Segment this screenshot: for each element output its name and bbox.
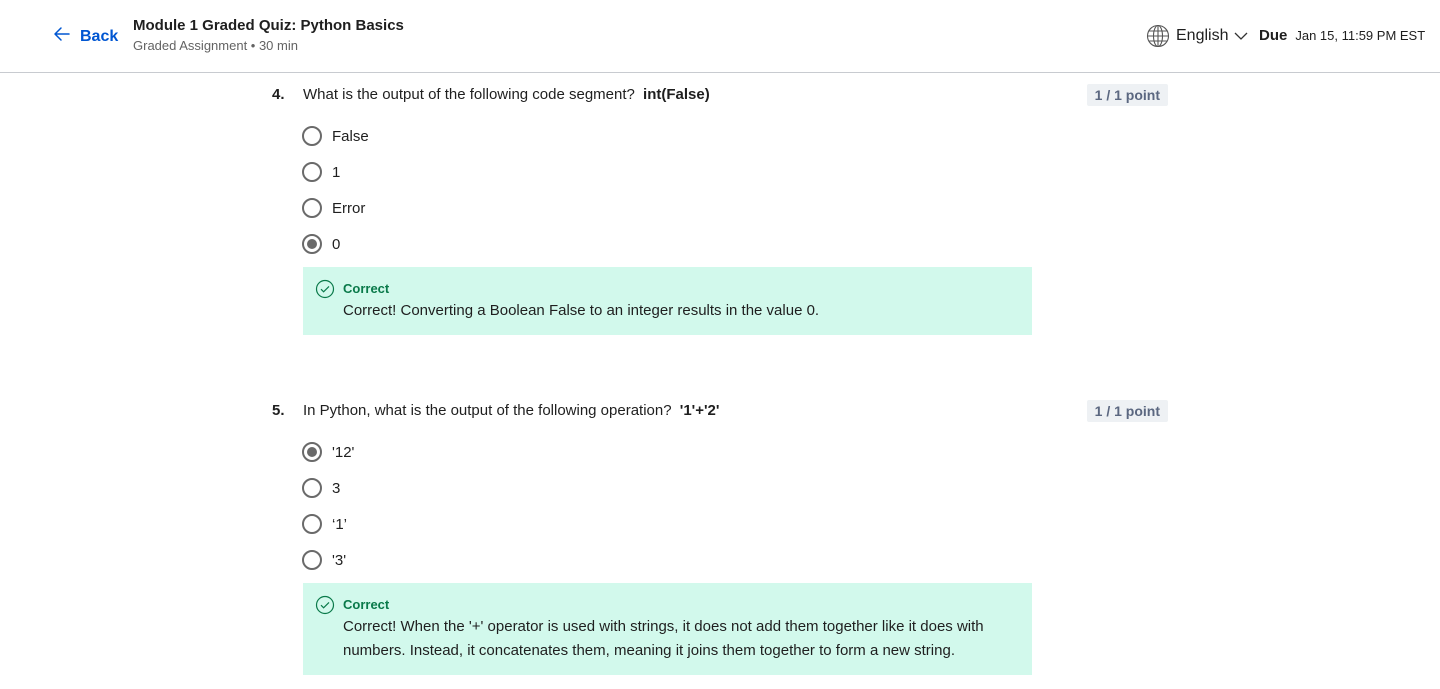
feedback-title: Correct [343, 597, 390, 612]
answer-option[interactable]: ‘1’ [302, 512, 347, 536]
answer-option[interactable]: 1 [302, 160, 340, 184]
option-label: 1 [332, 163, 341, 181]
feedback-title: Correct [343, 281, 390, 296]
page-title: Module 1 Graded Quiz: Python Basics [133, 17, 404, 34]
back-label: Back [80, 27, 119, 45]
arrow-left-icon [52, 24, 72, 49]
answer-option-selected[interactable]: '12' [302, 440, 354, 464]
due-label: Due [1259, 27, 1288, 44]
chevron-down-icon [1234, 29, 1248, 43]
points-badge: 1 / 1 point [1086, 84, 1168, 106]
question-text: What is the output of the following code… [303, 86, 710, 103]
due-date: Jan 15, 11:59 PM EST [1295, 28, 1426, 43]
page-subtitle: Graded Assignment • 30 min [133, 38, 298, 53]
assignment-header: Back Module 1 Graded Quiz: Python Basics… [0, 0, 1440, 73]
feedback-correct: Correct Correct! Converting a Boolean Fa… [303, 267, 1032, 335]
question-header: 4. What is the output of the following c… [272, 84, 1168, 108]
back-button[interactable]: Back [52, 24, 118, 49]
radio-button[interactable] [302, 198, 322, 218]
question-number: 5. [272, 402, 285, 419]
option-label: Error [332, 199, 366, 217]
question-code: '1'+'2' [679, 402, 720, 419]
radio-button[interactable] [302, 126, 322, 146]
option-label: '3' [332, 551, 347, 569]
radio-button[interactable] [302, 550, 322, 570]
answer-option[interactable]: 3 [302, 476, 340, 500]
due-date-info: Due Jan 15, 11:59 PM EST [1259, 27, 1425, 44]
feedback-correct: Correct Correct! When the '+' operator i… [303, 583, 1032, 675]
radio-button[interactable] [302, 478, 322, 498]
answer-option[interactable]: False [302, 124, 369, 148]
question-text: In Python, what is the output of the fol… [303, 402, 719, 419]
answer-option[interactable]: '3' [302, 548, 346, 572]
question-prompt: In Python, what is the output of the fol… [303, 402, 672, 419]
option-label: ‘1’ [332, 515, 348, 533]
check-circle-icon [315, 279, 335, 299]
question-header: 5. In Python, what is the output of the … [272, 400, 1168, 424]
radio-button[interactable] [302, 162, 322, 182]
question-prompt: What is the output of the following code… [303, 86, 635, 103]
option-label: 3 [332, 479, 341, 497]
radio-button-selected[interactable] [302, 442, 322, 462]
question-5: 5. In Python, what is the output of the … [272, 400, 1168, 675]
radio-button[interactable] [302, 514, 322, 534]
question-code: int(False) [643, 86, 710, 103]
option-label: '12' [332, 443, 355, 461]
answer-option-selected[interactable]: 0 [302, 232, 340, 256]
question-number: 4. [272, 86, 285, 103]
option-label: False [332, 127, 369, 145]
title-block: Module 1 Graded Quiz: Python Basics Grad… [133, 16, 404, 56]
option-label: 0 [332, 235, 341, 253]
answer-option[interactable]: Error [302, 196, 365, 220]
feedback-text: Correct! When the '+' operator is used w… [343, 618, 984, 659]
language-selector[interactable]: English [1146, 24, 1248, 48]
question-4: 4. What is the output of the following c… [272, 84, 1168, 335]
points-badge: 1 / 1 point [1086, 400, 1168, 422]
language-label: English [1176, 27, 1229, 44]
feedback-text: Correct! Converting a Boolean False to a… [343, 302, 820, 319]
radio-button-selected[interactable] [302, 234, 322, 254]
globe-icon [1146, 24, 1170, 48]
check-circle-icon [315, 595, 335, 615]
